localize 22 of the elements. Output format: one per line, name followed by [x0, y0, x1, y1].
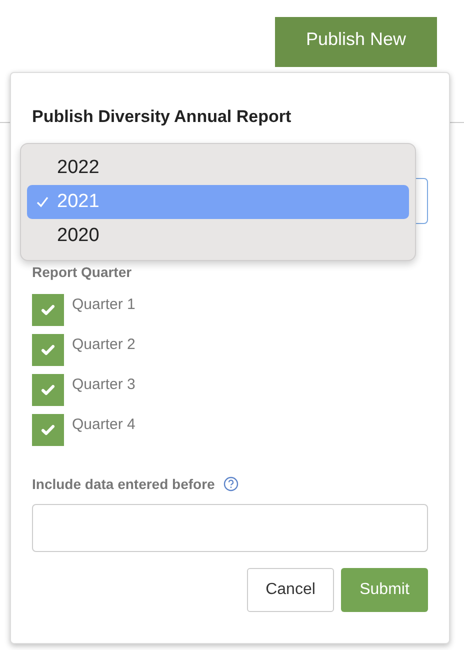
- dropdown-option[interactable]: 2022: [27, 151, 409, 185]
- checkbox-label: Quarter 3: [72, 376, 136, 393]
- checkbox-label: Quarter 2: [72, 336, 136, 353]
- checkbox-label: Quarter 1: [72, 296, 136, 313]
- checkmark-icon: [36, 196, 48, 208]
- checkbox[interactable]: [32, 334, 64, 366]
- checkbox[interactable]: [32, 414, 64, 446]
- checkmark-icon: [41, 344, 55, 356]
- date-input-field[interactable]: [32, 504, 428, 552]
- quarter-label: Report Quarter: [32, 264, 133, 280]
- publish-new-button[interactable]: Publish New: [275, 17, 437, 67]
- checkmark-icon: [41, 304, 55, 316]
- dropdown-option[interactable]: 2020: [27, 219, 409, 253]
- checkbox[interactable]: [32, 294, 64, 326]
- checkbox[interactable]: [32, 374, 64, 406]
- checkbox-label: Quarter 4: [72, 416, 136, 433]
- cancel-button[interactable]: Cancel: [247, 568, 334, 612]
- checkmark-icon: [41, 424, 55, 436]
- help-icon[interactable]: [222, 476, 239, 492]
- field-label: Include data entered before: [32, 476, 215, 492]
- checkmark-icon: [41, 384, 55, 396]
- dialog-title: Publish Diversity Annual Report: [32, 107, 292, 127]
